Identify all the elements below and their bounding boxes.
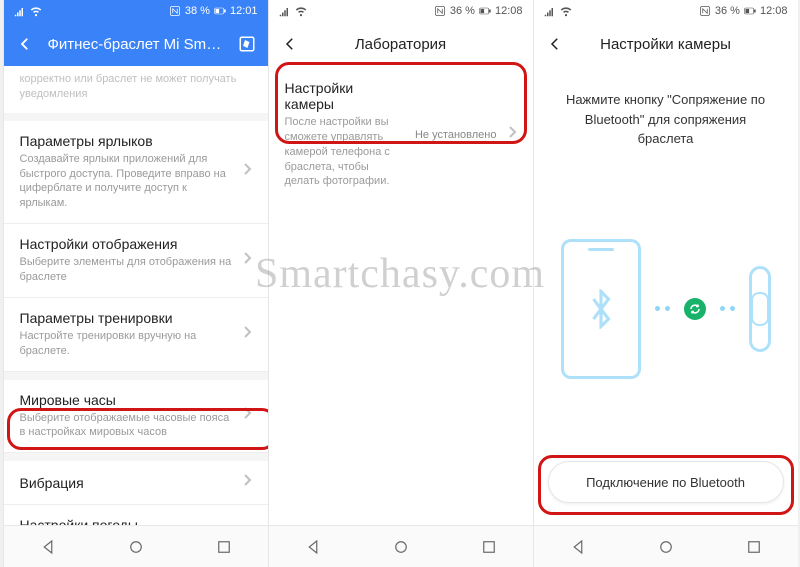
row-title: Настройки камеры [285,80,405,112]
back-icon[interactable] [16,35,34,53]
header: Фитнес-браслет Mi Smart... [4,22,268,66]
nav-recent-icon[interactable] [215,538,233,556]
row-title: Настройки отображения [20,236,232,252]
row-subtitle: Настройте тренировки вручную на браслете… [20,329,232,359]
battery-icon [744,5,756,17]
connect-bluetooth-button[interactable]: Подключение по Bluetooth [548,461,784,503]
status-bar: 36 % 12:08 [269,0,533,22]
wifi-icon [30,5,42,17]
nfc-icon [699,5,711,17]
battery-text: 36 % [450,5,475,17]
instruction-text: Нажмите кнопку "Сопряжение по Bluetooth"… [534,66,798,149]
nfc-icon [434,5,446,17]
chevron-right-icon [242,251,252,270]
row-title: Параметры ярлыков [20,133,232,149]
row-subtitle: Выберите элементы для отображения на бра… [20,255,232,285]
chevron-right-icon [242,162,252,181]
settings-list: Параметры ярлыков Создавайте ярлыки прил… [4,113,268,567]
button-label: Подключение по Bluetooth [586,475,745,490]
back-icon[interactable] [546,35,564,53]
notice-fragment: корректно или браслет не может получать … [4,66,268,113]
edit-icon[interactable] [238,35,256,53]
battery-icon [479,5,491,17]
chevron-right-icon [242,325,252,344]
clock-text: 12:08 [760,5,788,17]
nav-back-icon[interactable] [569,538,587,556]
chevron-right-icon [242,406,252,425]
clock-text: 12:08 [495,5,523,17]
header-title: Лаборатория [313,36,489,53]
nav-home-icon[interactable] [657,538,675,556]
row-trailing: Не установлено [415,129,497,141]
screen-settings-list: 38 % 12:01 Фитнес-браслет Mi Smart... ко… [3,0,268,567]
dots-right [720,306,735,311]
header: Лаборатория [269,22,533,66]
nav-back-icon[interactable] [39,538,57,556]
sync-icon [684,298,706,320]
bluetooth-icon [586,289,616,329]
nav-recent-icon[interactable] [480,538,498,556]
row-shortcuts[interactable]: Параметры ярлыков Создавайте ярлыки прил… [4,113,268,224]
row-display[interactable]: Настройки отображения Выберите элементы … [4,224,268,298]
row-title: Вибрация [20,475,232,491]
signal-icon [279,5,291,17]
header-title: Фитнес-браслет Mi Smart... [48,36,224,53]
screen-camera-pair: 36 % 12:08 Настройки камеры Нажмите кноп… [533,0,798,567]
android-navbar [4,525,268,567]
nav-recent-icon[interactable] [745,538,763,556]
band-graphic [749,266,771,352]
wifi-icon [560,5,572,17]
row-title: Параметры тренировки [20,310,232,326]
row-subtitle: Выберите отображаемые часовые пояса в на… [20,411,232,441]
row-subtitle: После настройки вы сможете управлять кам… [285,115,405,189]
status-bar: 36 % 12:08 [534,0,798,22]
battery-text: 36 % [715,5,740,17]
clock-text: 12:01 [230,5,258,17]
status-bar: 38 % 12:01 [4,0,268,22]
pair-illustration [534,239,798,379]
row-vibration[interactable]: Вибрация [4,453,268,505]
phone-graphic [561,239,641,379]
row-world-clock[interactable]: Мировые часы Выберите отображаемые часов… [4,372,268,454]
dots-left [655,306,670,311]
wifi-icon [295,5,307,17]
chevron-right-icon [507,125,517,144]
header-title: Настройки камеры [578,36,754,53]
row-workout[interactable]: Параметры тренировки Настройте тренировк… [4,298,268,372]
android-navbar [534,525,798,567]
row-subtitle: Создавайте ярлыки приложений для быстрог… [20,152,232,211]
nav-home-icon[interactable] [127,538,145,556]
battery-icon [214,5,226,17]
back-icon[interactable] [281,35,299,53]
nav-back-icon[interactable] [304,538,322,556]
nfc-icon [169,5,181,17]
signal-icon [14,5,26,17]
row-title: Мировые часы [20,392,232,408]
battery-text: 38 % [185,5,210,17]
row-camera-settings[interactable]: Настройки камеры После настройки вы смож… [269,66,533,203]
nav-home-icon[interactable] [392,538,410,556]
android-navbar [269,525,533,567]
header: Настройки камеры [534,22,798,66]
screen-lab: 36 % 12:08 Лаборатория Настройки камеры … [268,0,533,567]
chevron-right-icon [242,473,252,492]
signal-icon [544,5,556,17]
